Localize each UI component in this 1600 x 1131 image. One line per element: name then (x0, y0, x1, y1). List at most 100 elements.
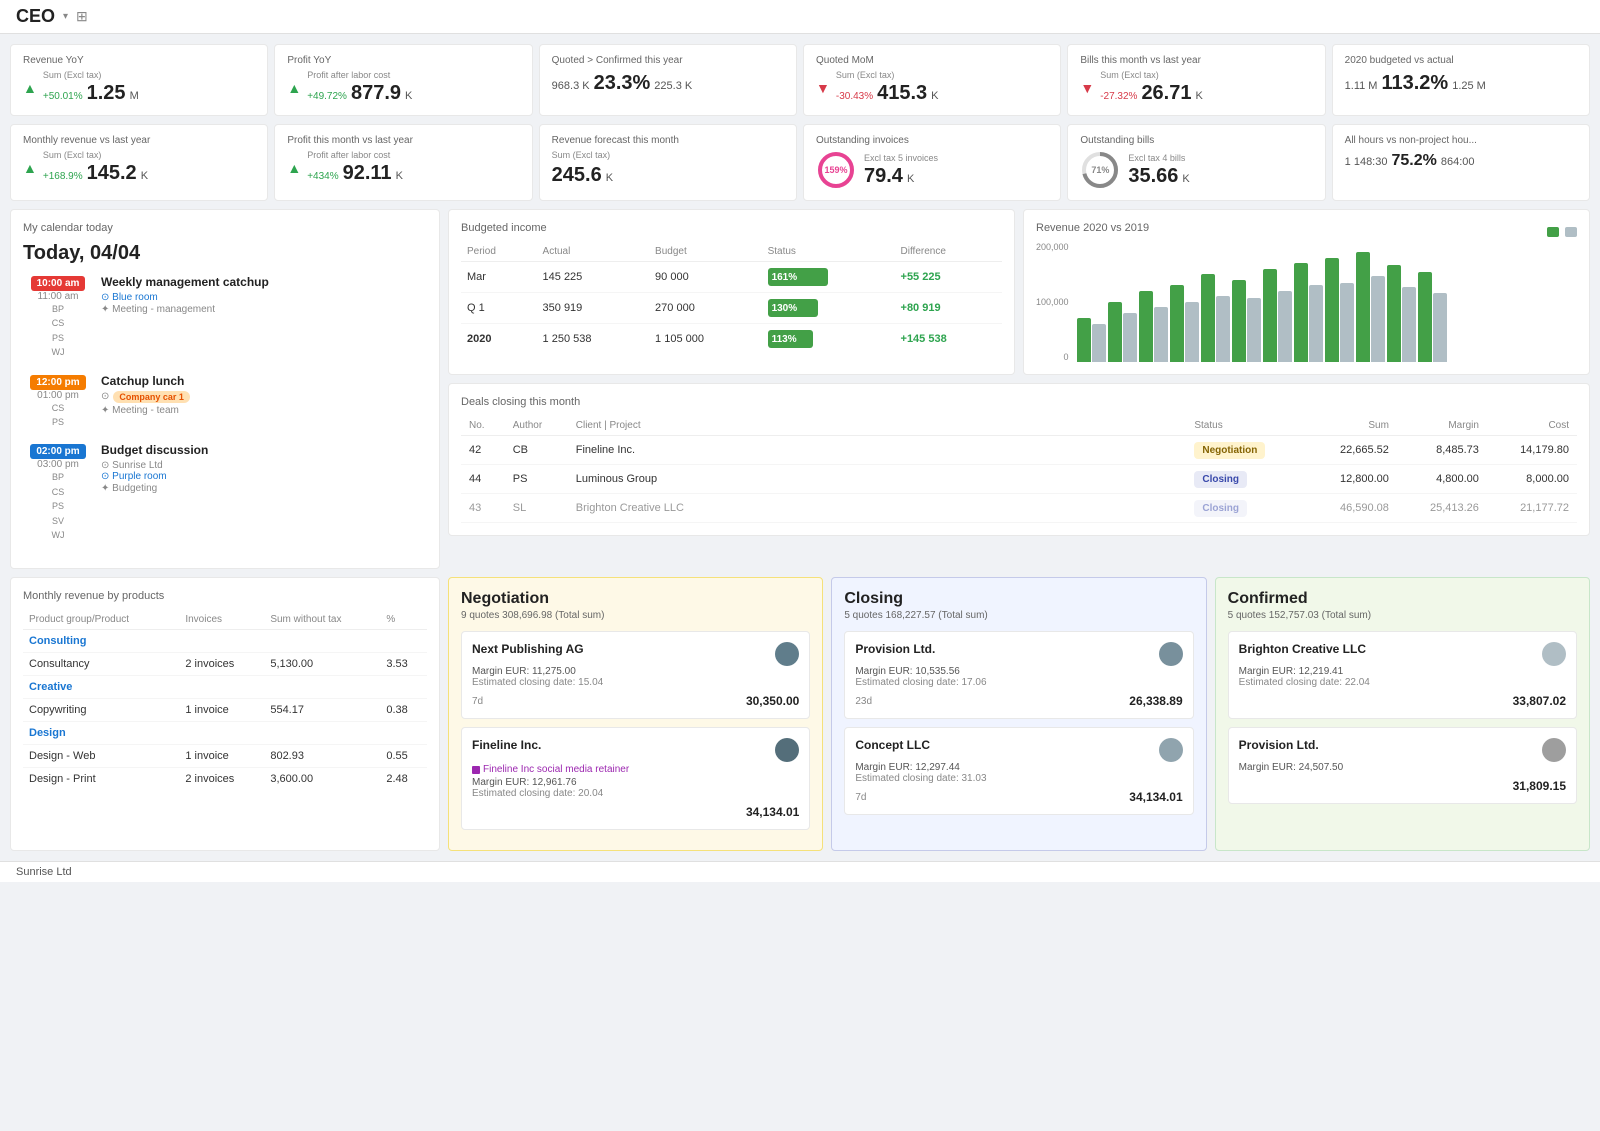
budget-budget-mar: 90 000 (649, 262, 762, 293)
deal-44-no: 44 (461, 465, 505, 494)
budget-col-status: Status (762, 242, 895, 262)
deals-col-cost: Cost (1487, 416, 1577, 436)
kpi-revenue-yoy-value: 1.25 (87, 82, 126, 105)
concept-days: 7d (855, 792, 866, 803)
bar-gray (1185, 302, 1199, 363)
consulting-label: Consulting (23, 630, 427, 653)
provision2-amount: 31,809.15 (1513, 779, 1566, 793)
bar-green (1201, 274, 1215, 362)
deal-42-status: Negotiation (1186, 436, 1307, 465)
arrow-down-icon-2: ▼ (1080, 80, 1094, 96)
bar-group (1170, 285, 1199, 362)
kpi-revenue-yoy-sub: Sum (Excl tax) (43, 70, 139, 80)
kanban-confirmed-subtitle: 5 quotes 152,757.03 (Total sum) (1228, 610, 1577, 621)
event-3-attendees: BPCSPSSVWJ (23, 470, 93, 542)
app-title: CEO (16, 6, 55, 27)
provision-margin: Margin EUR: 10,535.56 (855, 666, 1182, 677)
kpi-revenue-yoy-label: Revenue YoY (23, 55, 255, 66)
calendar-title: My calendar today (23, 222, 427, 234)
kanban-closing-subtitle: 5 quotes 168,227.57 (Total sum) (844, 610, 1193, 621)
calendar-section: My calendar today Today, 04/04 10:00 am … (10, 209, 440, 569)
event-1-meta: ✦ Meeting - management (101, 304, 427, 315)
provision-days: 23d (855, 696, 872, 707)
calendar-event-1: 10:00 am 11:00 am BPCSPSWJ Weekly manage… (23, 275, 427, 360)
kpi-all-hours-percent: 75.2% (1391, 152, 1436, 170)
provision-amount: 26,338.89 (1129, 694, 1182, 708)
event-3-time: 02:00 pm 03:00 pm BPCSPSSVWJ (23, 443, 93, 542)
budget-status-q1: 130% (762, 293, 895, 324)
bar-group (1263, 269, 1292, 363)
kpi-profit-month-unit: K (396, 170, 403, 182)
event-2-details: Catchup lunch ⊙ Company car 1 ✦ Meeting … (101, 374, 427, 430)
concept-margin: Margin EUR: 12,297.44 (855, 762, 1182, 773)
deals-table-title: Deals closing this month (461, 396, 1577, 408)
budget-actual-mar: 145 225 (537, 262, 650, 293)
fineline-avatar (775, 738, 799, 762)
kpi-2020-budgeted: 2020 budgeted vs actual 1.11 M 113.2% 1.… (1332, 44, 1590, 116)
deal-44-margin: 4,800.00 (1397, 465, 1487, 494)
kanban-negotiation-title: Negotiation (461, 590, 810, 608)
kpi-revenue-yoy: Revenue YoY ▲ Sum (Excl tax) +50.01% 1.2… (10, 44, 268, 116)
bar-green (1232, 280, 1246, 363)
bar-gray (1340, 283, 1354, 362)
event-2-start-badge: 12:00 pm (30, 375, 85, 390)
bar-gray (1402, 287, 1416, 362)
kpi-profit-month-label: Profit this month vs last year (287, 135, 519, 146)
event-2-attendees: CSPS (23, 401, 93, 430)
bar-chart (1073, 242, 1577, 362)
kpi-quoted-mom: Quoted MoM ▼ Sum (Excl tax) -30.43% 415.… (803, 44, 1061, 116)
bar-green (1170, 285, 1184, 362)
kpi-2020-right: 1.25 M (1452, 80, 1486, 92)
deals-col-margin: Margin (1397, 416, 1487, 436)
kanban-card-brighton[interactable]: Brighton Creative LLC Margin EUR: 12,219… (1228, 631, 1577, 719)
budget-period-2020: 2020 (461, 324, 537, 355)
bar-green (1325, 258, 1339, 363)
budget-table: Period Actual Budget Status Difference M… (461, 242, 1002, 354)
kanban-card-provision[interactable]: Provision Ltd. Margin EUR: 10,535.56 Est… (844, 631, 1193, 719)
kpi-quoted-mom-sub: Sum (Excl tax) (836, 70, 939, 80)
kpi-bills-unit: K (1196, 90, 1203, 102)
brighton-closing: Estimated closing date: 22.04 (1239, 677, 1566, 688)
event-2-meta: ✦ Meeting - team (101, 405, 427, 416)
kpi-quoted-percent: 23.3% (594, 72, 651, 95)
kpi-outstanding-inv-unit: K (907, 173, 914, 185)
filter-icon[interactable]: ⊞ (76, 8, 88, 25)
products-item-consultancy: Consultancy 2 invoices 5,130.00 3.53 (23, 653, 427, 676)
deal-42-author: CB (505, 436, 568, 465)
deals-col-author: Author (505, 416, 568, 436)
budget-diff-q1: +80 919 (895, 293, 1002, 324)
kpi-all-hours-label: All hours vs non-project hou... (1345, 135, 1577, 146)
budget-actual-q1: 350 919 (537, 293, 650, 324)
deal-42-client: Fineline Inc. (568, 436, 740, 465)
budget-col-period: Period (461, 242, 537, 262)
deal-row-44: 44 PS Luminous Group Closing 12,800.00 4… (461, 465, 1577, 494)
kpi-quoted-mom-value: 415.3 (877, 82, 927, 105)
kpi-quoted-mom-unit: K (931, 90, 938, 102)
deal-42-cost: 14,179.80 (1487, 436, 1577, 465)
consultancy-sum: 5,130.00 (264, 653, 380, 676)
bar-gray (1371, 276, 1385, 362)
products-category-creative: Creative (23, 676, 427, 699)
next-publishing-closing: Estimated closing date: 15.04 (472, 677, 799, 688)
kanban-card-concept[interactable]: Concept LLC Margin EUR: 12,297.44 Estima… (844, 727, 1193, 815)
kpi-outstanding-inv-label: Outstanding invoices (816, 135, 1048, 146)
kpi-bills: Bills this month vs last year ▼ Sum (Exc… (1067, 44, 1325, 116)
dropdown-icon[interactable]: ▾ (63, 11, 68, 22)
kanban-card-provision-2[interactable]: Provision Ltd. Margin EUR: 24,507.50 31,… (1228, 727, 1577, 804)
kanban-card-fineline[interactable]: Fineline Inc. Fineline Inc social media … (461, 727, 810, 830)
deal-44-author: PS (505, 465, 568, 494)
deal-43-sum: 46,590.08 (1307, 494, 1397, 523)
kpi-bills-value: 26.71 (1141, 82, 1191, 105)
kpi-2020-label: 2020 budgeted vs actual (1345, 55, 1577, 66)
bar-gray (1433, 293, 1447, 362)
deals-kanban: Negotiation 9 quotes 308,696.98 (Total s… (448, 577, 1590, 851)
brighton-avatar (1542, 642, 1566, 666)
chart-wrapper: 200,000 100,000 0 (1036, 242, 1577, 362)
kpi-monthly-rev-sub: Sum (Excl tax) (43, 150, 148, 160)
products-table: Product group/Product Invoices Sum witho… (23, 610, 427, 790)
kpi-monthly-rev-value: 145.2 (87, 162, 137, 185)
bar-group (1201, 274, 1230, 362)
provision2-margin: Margin EUR: 24,507.50 (1239, 762, 1566, 773)
kanban-negotiation-subtitle: 9 quotes 308,696.98 (Total sum) (461, 610, 810, 621)
kanban-card-next-publishing[interactable]: Next Publishing AG Margin EUR: 11,275.00… (461, 631, 810, 719)
